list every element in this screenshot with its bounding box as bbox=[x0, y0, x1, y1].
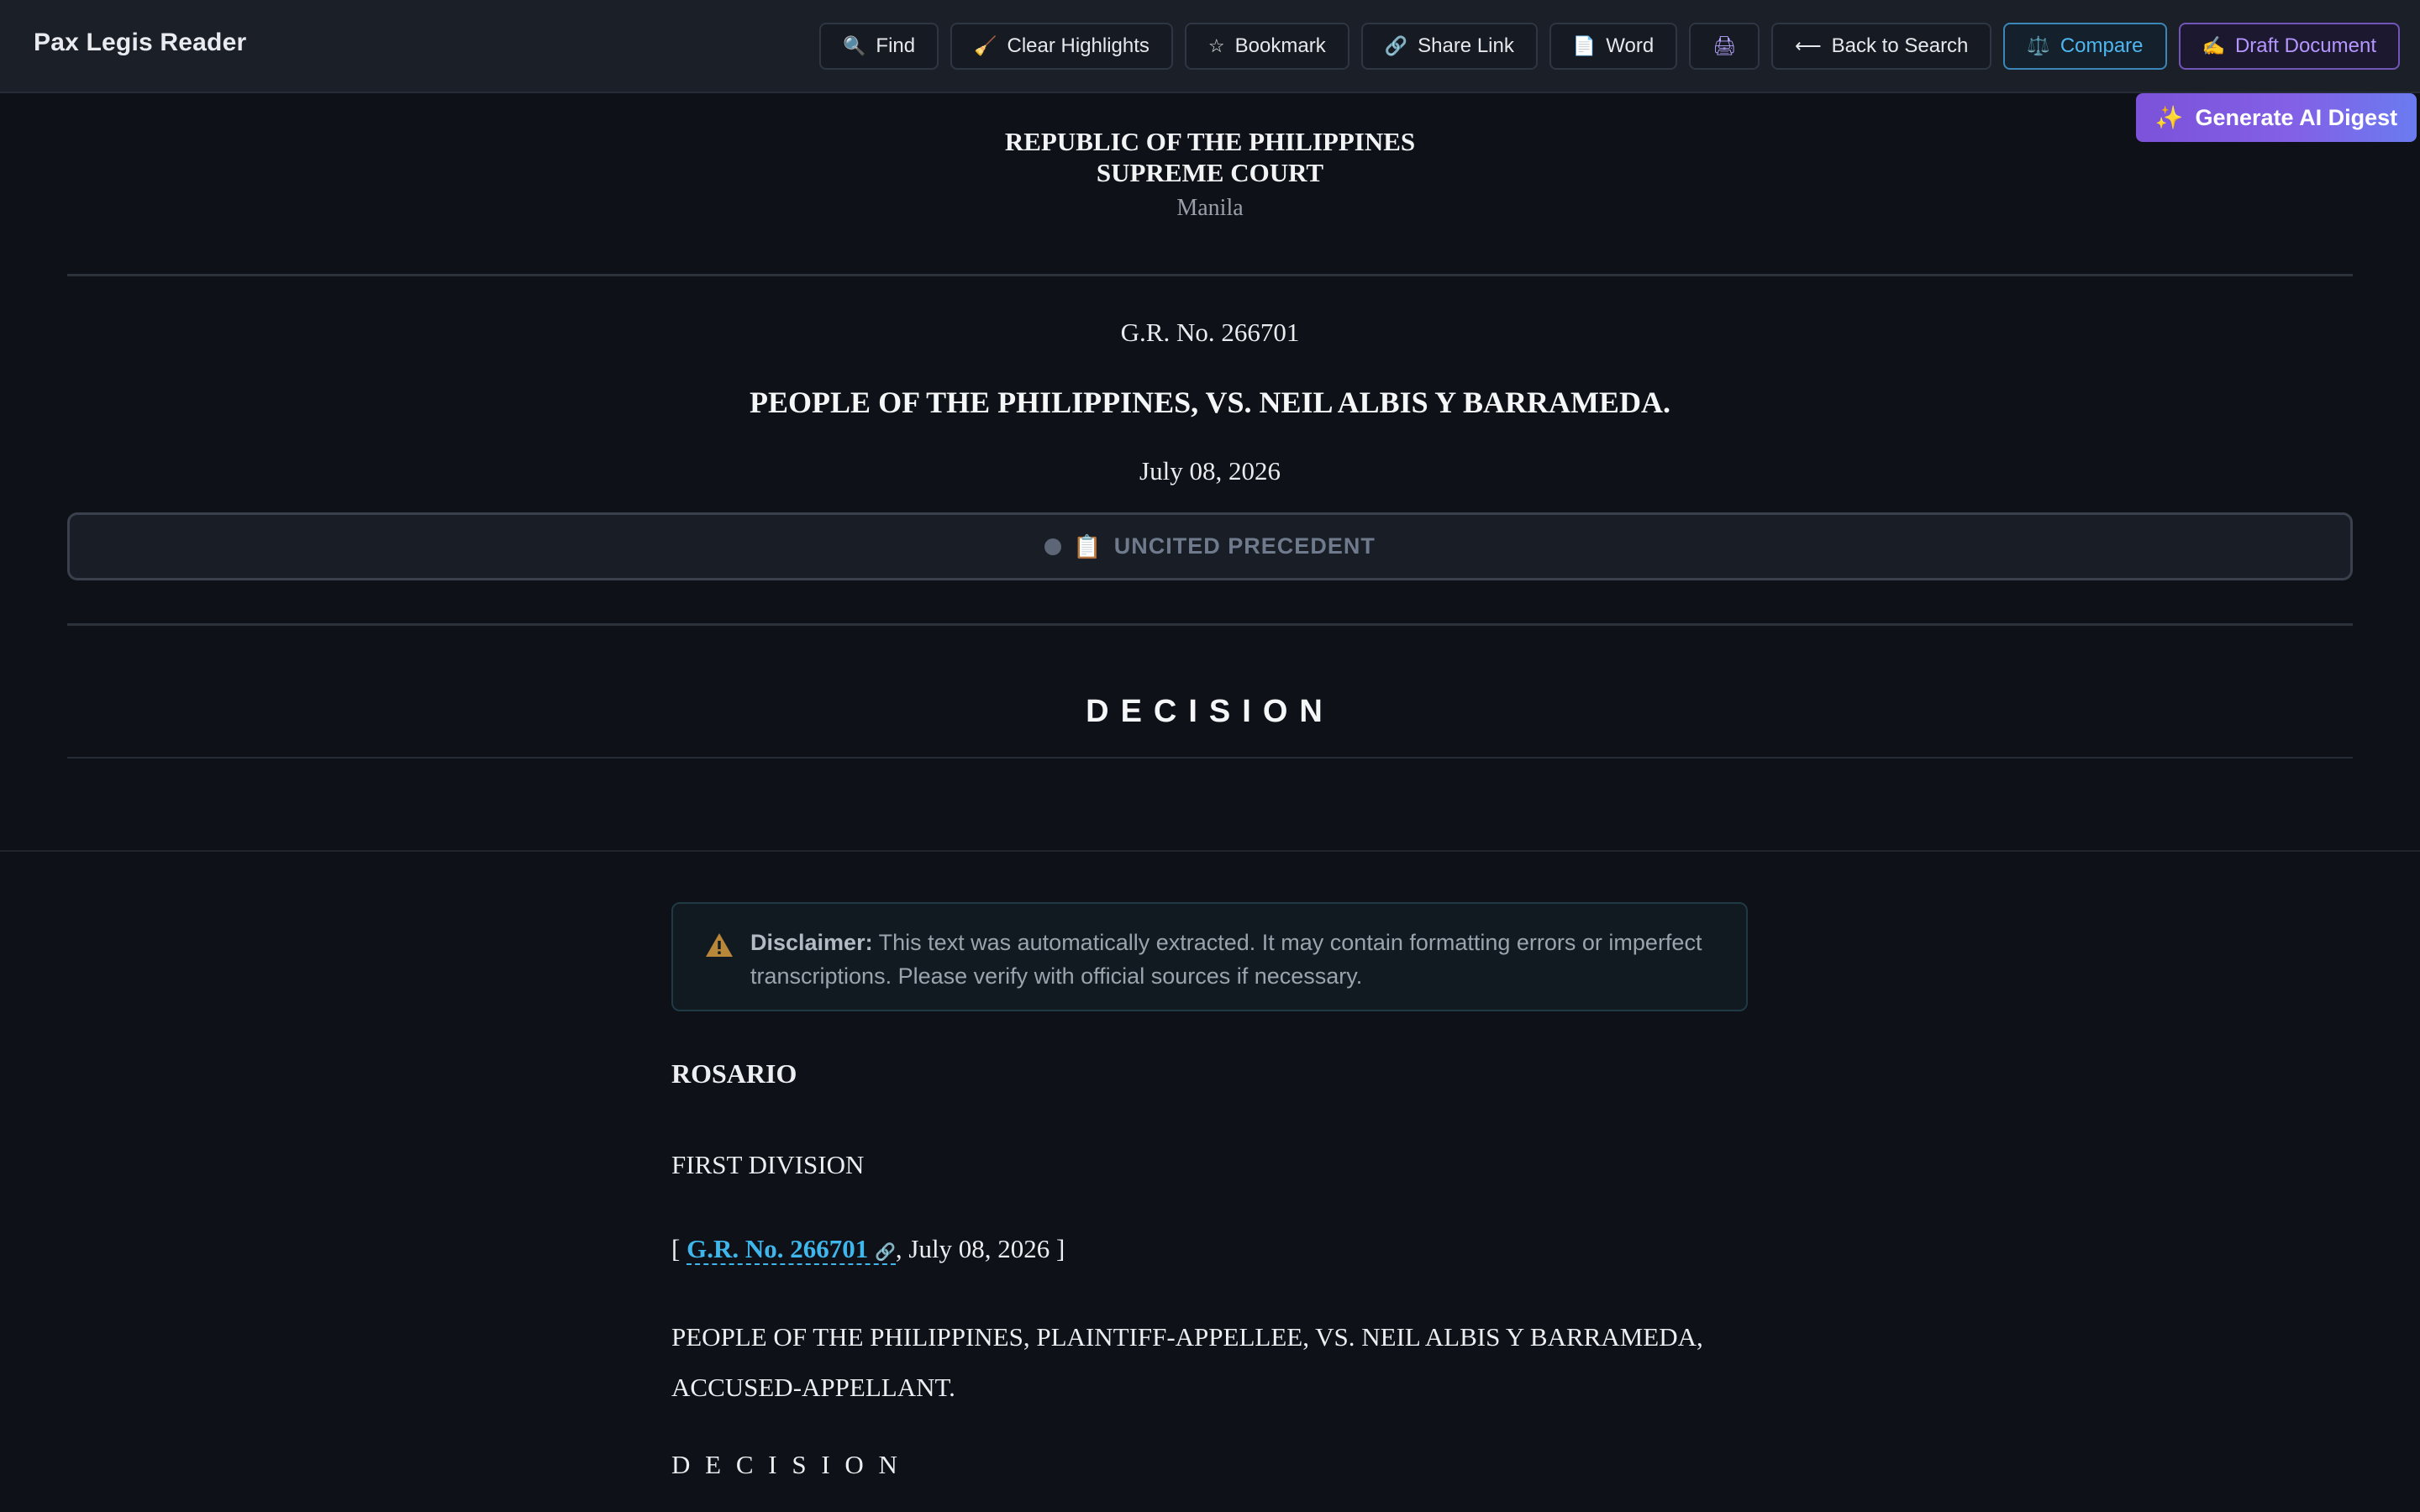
case-title: PEOPLE OF THE PHILIPPINES, VS. NEIL ALBI… bbox=[750, 386, 1670, 419]
court-heading: REPUBLIC OF THE PHILIPPINES SUPREME COUR… bbox=[0, 126, 2420, 188]
draft-document-button[interactable]: ✍️ Draft Document bbox=[2178, 23, 2400, 70]
arrow-left-icon: ⟵ bbox=[1795, 35, 1822, 56]
court-label: SUPREME COURT bbox=[1096, 158, 1324, 187]
disclaimer-box: Disclaimer: This text was automatically … bbox=[671, 902, 1748, 1011]
chain-link-icon: 🔗 bbox=[874, 1243, 896, 1262]
header-divider bbox=[67, 274, 2353, 276]
disclaimer-text: This text was automatically extracted. I… bbox=[750, 930, 1702, 989]
section-divider bbox=[0, 850, 2420, 852]
case-date: July 08, 2026 bbox=[1139, 456, 1281, 486]
citation-date: , July 08, 2026 ] bbox=[895, 1234, 1065, 1263]
app-title: Pax Legis Reader bbox=[34, 29, 247, 56]
compare-label: Compare bbox=[2060, 34, 2144, 57]
bookmark-label: Bookmark bbox=[1234, 34, 1326, 57]
back-to-search-label: Back to Search bbox=[1831, 34, 1969, 57]
warning-icon bbox=[706, 933, 733, 957]
bookmark-button[interactable]: ☆ Bookmark bbox=[1184, 23, 1349, 70]
case-number-link[interactable]: G.R. No. 266701 🔗 bbox=[687, 1234, 896, 1265]
case-caption: PEOPLE OF THE PHILIPPINES, PLAINTIFF-APP… bbox=[671, 1322, 1703, 1402]
case-number: G.R. No. 266701 bbox=[1120, 318, 1300, 347]
find-button[interactable]: 🔍 Find bbox=[819, 23, 939, 70]
writing-hand-icon: ✍️ bbox=[2202, 35, 2225, 56]
division: FIRST DIVISION bbox=[671, 1150, 865, 1179]
star-icon: ☆ bbox=[1207, 35, 1225, 56]
document-icon: 📄 bbox=[1572, 35, 1597, 56]
top-toolbar: Pax Legis Reader 🔍 Find 🧹 Clear Highligh… bbox=[0, 0, 2420, 93]
case-number-link-text: G.R. No. 266701 bbox=[687, 1234, 869, 1263]
broom-icon: 🧹 bbox=[974, 35, 997, 56]
compare-button[interactable]: ⚖️ Compare bbox=[2003, 23, 2167, 70]
precedent-status-badge: 📋 UNCITED PRECEDENT bbox=[67, 512, 2353, 580]
toolbar-actions: 🔍 Find 🧹 Clear Highlights ☆ Bookmark 🔗 S… bbox=[819, 23, 2400, 70]
case-citation: [ G.R. No. 266701 🔗, July 08, 2026 ] bbox=[671, 1234, 1065, 1265]
find-label: Find bbox=[876, 34, 916, 57]
share-link-button[interactable]: 🔗 Share Link bbox=[1360, 23, 1538, 70]
republic-label: REPUBLIC OF THE PHILIPPINES bbox=[1004, 127, 1416, 156]
body-decision-heading: D E C I S I O N bbox=[671, 1450, 902, 1479]
decision-divider bbox=[67, 757, 2353, 759]
status-label: UNCITED PRECEDENT bbox=[1113, 533, 1376, 559]
print-button[interactable]: 🖨 bbox=[1689, 23, 1760, 70]
disclaimer-label: Disclaimer: bbox=[750, 930, 873, 955]
clear-highlights-label: Clear Highlights bbox=[1007, 34, 1150, 57]
clipboard-icon: 📋 bbox=[1073, 533, 1102, 559]
word-export-button[interactable]: 📄 Word bbox=[1549, 23, 1678, 70]
link-icon: 🔗 bbox=[1384, 35, 1408, 56]
word-label: Word bbox=[1606, 34, 1655, 57]
status-dot-icon bbox=[1044, 538, 1062, 555]
search-icon: 🔍 bbox=[843, 35, 866, 56]
ponente: ROSARIO bbox=[671, 1058, 797, 1089]
court-location: Manila bbox=[1176, 195, 1244, 221]
share-link-label: Share Link bbox=[1418, 34, 1514, 57]
citation-open-bracket: [ bbox=[671, 1234, 681, 1263]
scales-icon: ⚖️ bbox=[2027, 35, 2050, 56]
draft-document-label: Draft Document bbox=[2234, 34, 2376, 57]
status-divider bbox=[67, 623, 2353, 626]
back-to-search-button[interactable]: ⟵ Back to Search bbox=[1771, 23, 1992, 70]
clear-highlights-button[interactable]: 🧹 Clear Highlights bbox=[950, 23, 1173, 70]
printer-icon: 🖨 bbox=[1712, 35, 1737, 56]
decision-heading: DECISION bbox=[1086, 694, 1334, 729]
